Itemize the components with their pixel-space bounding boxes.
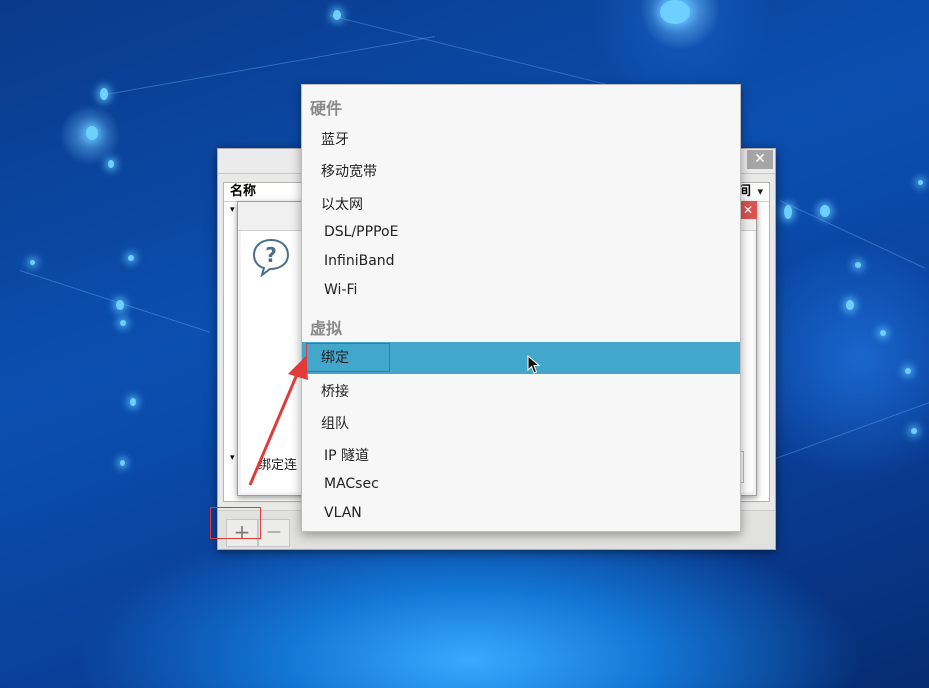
menu-item-infiniband[interactable]: InfiniBand bbox=[302, 246, 740, 276]
menu-item-wifi[interactable]: Wi-Fi bbox=[302, 275, 740, 305]
highlight-add-button-box bbox=[210, 507, 261, 539]
expander-icon[interactable]: ▾ bbox=[230, 205, 235, 215]
column-name-label: 名称 bbox=[230, 184, 257, 199]
menu-item-bluetooth[interactable]: 蓝牙 bbox=[302, 125, 740, 155]
menu-item-vlan[interactable]: VLAN bbox=[302, 498, 740, 528]
mouse-pointer-icon bbox=[527, 355, 541, 374]
menu-item-ip-tunnel[interactable]: IP 隧道 bbox=[302, 441, 740, 471]
menu-header-virtual: 虚拟 bbox=[310, 319, 343, 338]
connection-type-menu: 硬件 蓝牙 移动宽带 以太网 DSL/PPPoE InfiniBand Wi-F… bbox=[301, 84, 741, 532]
expander-icon[interactable]: ▾ bbox=[230, 453, 235, 463]
menu-item-mobile-broadband[interactable]: 移动宽带 bbox=[302, 157, 740, 187]
svg-text:?: ? bbox=[265, 243, 277, 267]
question-icon: ? bbox=[252, 238, 290, 277]
menu-item-dsl-pppoe[interactable]: DSL/PPPoE bbox=[302, 217, 740, 247]
sort-arrow-icon[interactable]: ▾ bbox=[757, 183, 763, 201]
dialog-close-button[interactable]: ✕ bbox=[739, 201, 757, 219]
menu-item-team[interactable]: 组队 bbox=[302, 409, 740, 439]
annotation-arrow-icon bbox=[248, 356, 308, 486]
menu-header-hardware: 硬件 bbox=[310, 99, 343, 118]
menu-item-bridge[interactable]: 桥接 bbox=[302, 377, 740, 407]
menu-item-ethernet[interactable]: 以太网 bbox=[302, 190, 740, 220]
window-close-button[interactable]: ✕ bbox=[747, 150, 773, 169]
menu-item-macsec[interactable]: MACsec bbox=[302, 469, 740, 499]
remove-connection-button[interactable]: — bbox=[258, 519, 290, 547]
